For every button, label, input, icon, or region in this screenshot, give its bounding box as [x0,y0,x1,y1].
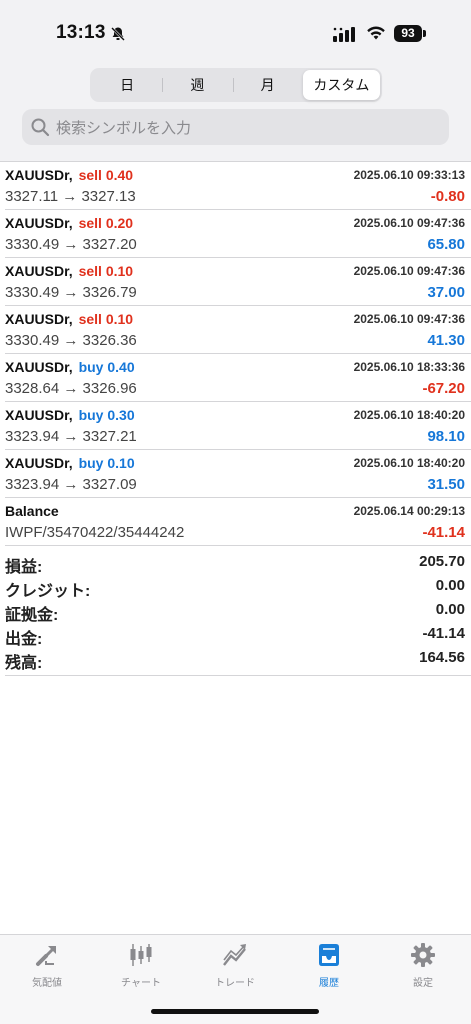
trade-row[interactable]: XAUUSDr, sell 0.20 2025.06.10 09:47:36 3… [5,210,471,258]
summary-value: -41.14 [422,625,465,642]
trade-row[interactable]: XAUUSDr, buy 0.40 2025.06.10 18:33:36 33… [5,354,471,402]
trade-symbol: XAUUSDr, [5,263,73,279]
status-time: 13:13 [56,22,106,43]
tab-trade[interactable]: トレード [188,941,282,989]
trade-row[interactable]: XAUUSDr, sell 0.40 2025.06.10 09:33:13 3… [5,162,471,210]
symbol-search-bar[interactable]: 検索シンボルを入力 [22,109,449,145]
trade-datetime: 2025.06.10 18:40:20 [353,456,465,470]
trade-profit: 65.80 [427,236,465,253]
balance-comment: IWPF/35470422/35444242 [5,524,185,541]
tab-history[interactable]: 履歴 [282,941,376,989]
summary-deposit-row: 証拠金: 0.00 [5,601,471,625]
trade-type: sell 0.40 [78,167,134,183]
trade-prices: 3327.11 → 3327.13 [5,188,136,205]
summary-balance-row: 残高: 164.56 [5,649,471,673]
summary-profit-row: 損益: 205.70 [5,553,471,577]
summary-credit-row: クレジット: 0.00 [5,577,471,601]
tab-chart[interactable]: チャート [94,941,188,989]
status-bar: 13:13 93 [0,0,471,62]
trade-prices: 3330.49 → 3327.20 [5,236,137,253]
home-indicator [151,1009,319,1014]
tab-label: 履歴 [319,978,339,989]
summary-label: 出金: [5,631,43,648]
trade-row[interactable]: XAUUSDr, sell 0.10 2025.06.10 09:47:36 3… [5,306,471,354]
tab-label: 気配値 [32,978,62,989]
segment-custom[interactable]: カスタム [302,70,381,100]
tab-settings[interactable]: 設定 [376,941,470,989]
summary-value: 0.00 [435,577,465,594]
cellular-signal-icon [333,27,355,42]
trade-symbol: XAUUSDr, [5,359,73,375]
tab-quotes[interactable]: 気配値 [0,941,94,989]
balance-row[interactable]: Balance 2025.06.14 00:29:13 IWPF/3547042… [5,498,471,546]
search-icon [31,118,50,137]
trade-symbol: XAUUSDr, [5,215,73,231]
trade-prices: 3323.94 → 3327.09 [5,476,137,493]
trade-type: buy 0.10 [78,455,135,471]
wifi-icon [367,26,385,40]
history-icon [319,944,339,966]
trade-type: buy 0.40 [78,359,135,375]
tab-label: チャート [121,978,161,989]
trade-row[interactable]: XAUUSDr, buy 0.10 2025.06.10 18:40:20 33… [5,450,471,498]
trade-datetime: 2025.06.10 18:33:36 [353,360,465,374]
period-segmented-control: 日 週 月 カスタム [90,68,382,102]
history-header: 日 週 月 カスタム 検索シンボルを入力 [0,62,471,162]
trade-row[interactable]: XAUUSDr, buy 0.30 2025.06.10 18:40:20 33… [5,402,471,450]
battery-nub [423,30,426,37]
summary-label: 損益: [5,559,43,576]
summary-label: クレジット: [5,583,91,600]
history-list: XAUUSDr, sell 0.40 2025.06.10 09:33:13 3… [0,162,471,676]
balance-amount: -41.14 [422,524,465,541]
trade-prices: 3330.49 → 3326.36 [5,332,137,349]
summary-value: 164.56 [419,649,465,666]
trade-type: sell 0.20 [78,215,134,231]
trade-type: sell 0.10 [78,311,134,327]
trade-type: buy 0.30 [78,407,135,423]
trade-icon [223,944,246,966]
trade-datetime: 2025.06.10 09:47:36 [353,216,465,230]
trade-prices: 3323.94 → 3327.21 [5,428,137,445]
trade-type: sell 0.10 [78,263,134,279]
trade-profit: 31.50 [427,476,465,493]
trade-profit: 37.00 [427,284,465,301]
trade-symbol: XAUUSDr, [5,167,73,183]
trade-profit: 98.10 [427,428,465,445]
account-summary: 損益: 205.70 クレジット: 0.00 証拠金: 0.00 出金: -41… [5,546,471,676]
trade-prices: 3330.49 → 3326.79 [5,284,137,301]
segment-week[interactable]: 週 [162,70,232,100]
trade-profit: -0.80 [430,188,465,205]
summary-value: 0.00 [435,601,465,618]
summary-label: 残高: [5,655,43,672]
summary-withdrawal-row: 出金: -41.14 [5,625,471,649]
trade-symbol: XAUUSDr, [5,311,73,327]
battery-level: 93 [394,25,422,42]
trade-datetime: 2025.06.10 09:47:36 [353,264,465,278]
summary-label: 証拠金: [5,607,59,624]
balance-datetime: 2025.06.14 00:29:13 [353,504,465,518]
summary-value: 205.70 [419,553,465,570]
tab-label: トレード [215,978,255,989]
trade-row[interactable]: XAUUSDr, sell 0.10 2025.06.10 09:47:36 3… [5,258,471,306]
segment-month[interactable]: 月 [232,70,303,100]
trade-symbol: XAUUSDr, [5,407,73,423]
trade-datetime: 2025.06.10 18:40:20 [353,408,465,422]
trade-symbol: XAUUSDr, [5,455,73,471]
trade-datetime: 2025.06.10 09:47:36 [353,312,465,326]
tab-label: 設定 [413,978,433,989]
chart-icon [130,944,152,966]
trade-prices: 3328.64 → 3326.96 [5,380,137,397]
bell-muted-icon [111,27,125,41]
search-input[interactable]: 検索シンボルを入力 [56,117,191,138]
trade-datetime: 2025.06.10 09:33:13 [353,168,465,182]
balance-title: Balance [5,503,59,519]
trade-profit: 41.30 [427,332,465,349]
quotes-icon [36,946,56,966]
trade-profit: -67.20 [422,380,465,397]
segment-day[interactable]: 日 [92,70,162,100]
settings-icon [411,943,435,967]
